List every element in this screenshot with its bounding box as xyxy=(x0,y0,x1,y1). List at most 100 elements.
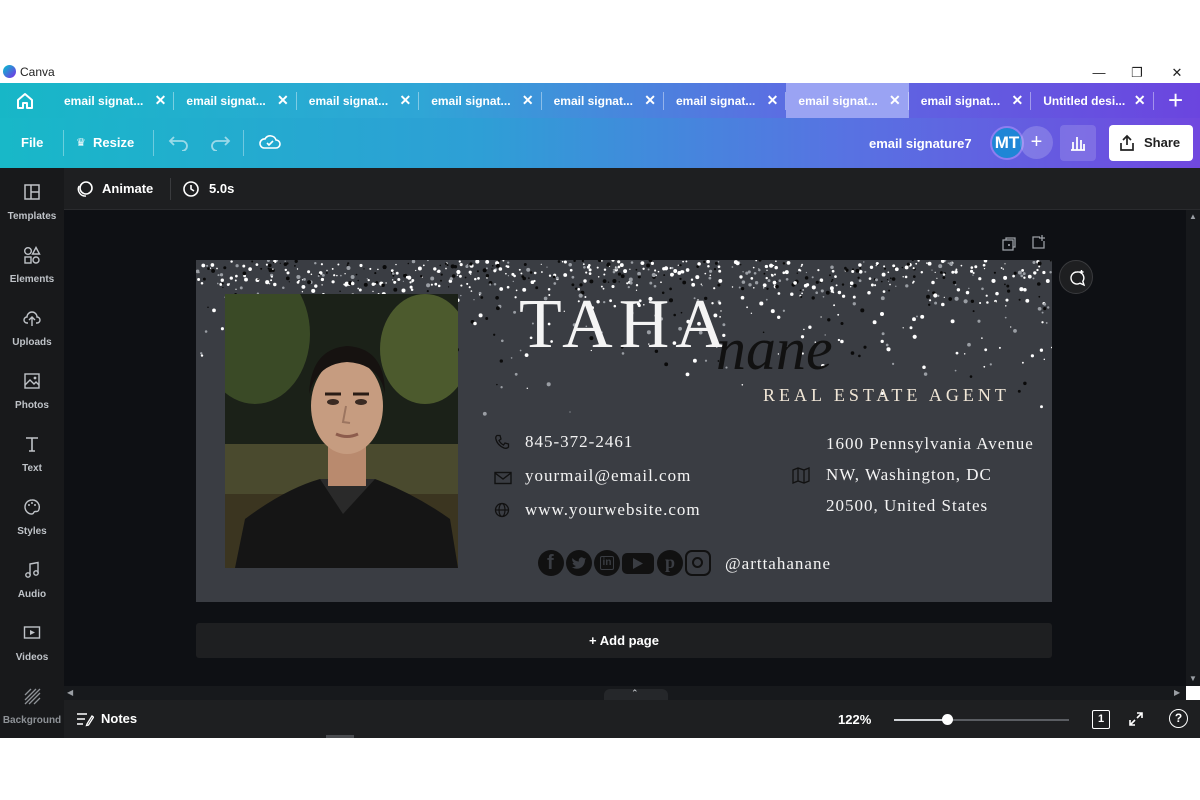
comment-button[interactable] xyxy=(1059,260,1093,294)
phone-number[interactable]: 845-372-2461 xyxy=(525,432,633,452)
role-title[interactable]: REAL ESTATE AGENT xyxy=(763,385,1010,406)
glitter-speck xyxy=(863,345,867,349)
vertical-scrollbar[interactable]: ▲ ▼ xyxy=(1186,210,1200,686)
glitter-speck xyxy=(767,279,771,283)
tab-close-icon[interactable]: ✕ xyxy=(889,92,901,109)
sidebar-item-templates[interactable]: Templates xyxy=(0,175,64,235)
duration-button[interactable]: 5.0s xyxy=(182,178,252,200)
sidebar-item-uploads[interactable]: Uploads xyxy=(0,301,64,361)
home-button[interactable] xyxy=(0,83,52,118)
tab-document[interactable]: email signat... ✕ xyxy=(52,83,175,118)
tab-close-icon[interactable]: ✕ xyxy=(277,92,289,109)
glitter-speck xyxy=(713,267,717,271)
facebook-icon[interactable]: f xyxy=(538,550,564,576)
tab-close-icon[interactable]: ✕ xyxy=(1011,92,1023,109)
tab-close-icon[interactable]: ✕ xyxy=(767,92,779,109)
add-page-button[interactable]: + Add page xyxy=(196,623,1052,658)
help-button[interactable]: ? xyxy=(1169,709,1188,728)
email-address[interactable]: yourmail@email.com xyxy=(525,466,691,486)
social-handle[interactable]: @arttahanane xyxy=(725,554,831,574)
scroll-left-arrow-icon[interactable]: ◀ xyxy=(67,688,73,697)
glitter-speck xyxy=(344,273,346,275)
tab-document[interactable]: email signat... ✕ xyxy=(786,83,909,118)
glitter-speck xyxy=(679,277,682,281)
sidebar-item-styles[interactable]: Styles xyxy=(0,490,64,550)
glitter-speck xyxy=(642,267,645,270)
undo-icon[interactable] xyxy=(168,133,190,151)
zoom-percent[interactable]: 122% xyxy=(838,712,871,727)
horizontal-scrollbar[interactable]: ◀ ▶ ⌃ xyxy=(64,686,1186,700)
tab-document[interactable]: Untitled desi... ✕ xyxy=(1031,83,1154,118)
scroll-up-arrow-icon[interactable]: ▲ xyxy=(1189,212,1197,221)
address-line-2[interactable]: NW, Washington, DC xyxy=(826,465,992,485)
profile-photo[interactable] xyxy=(225,294,458,568)
tab-close-icon[interactable]: ✕ xyxy=(644,92,656,109)
tab-document[interactable]: email signat... ✕ xyxy=(542,83,664,118)
share-button[interactable]: Share xyxy=(1109,125,1193,161)
zoom-slider-thumb[interactable] xyxy=(941,714,953,725)
add-collaborator-button[interactable]: + xyxy=(1020,126,1053,159)
redo-icon[interactable] xyxy=(209,133,231,151)
script-last-name[interactable]: nane xyxy=(716,315,833,384)
glitter-speck xyxy=(960,264,963,267)
fullscreen-icon[interactable] xyxy=(1128,711,1144,727)
glitter-speck xyxy=(284,268,287,272)
youtube-icon[interactable] xyxy=(622,553,654,574)
email-signature-design[interactable]: TAHA nane REAL ESTATE AGENT 845-372-2461… xyxy=(196,260,1052,602)
address-line-3[interactable]: 20500, United States xyxy=(826,496,988,516)
add-page-icon[interactable] xyxy=(1031,234,1047,250)
tab-close-icon[interactable]: ✕ xyxy=(155,92,167,109)
glitter-speck xyxy=(989,363,992,366)
linkedin-icon[interactable]: in xyxy=(594,550,620,576)
duplicate-page-icon[interactable] xyxy=(1001,236,1017,252)
sidebar-item-audio[interactable]: Audio xyxy=(0,553,64,613)
notes-button[interactable]: Notes xyxy=(76,710,146,730)
sidebar-item-label: Elements xyxy=(9,274,55,285)
sidebar-item-background[interactable]: Background xyxy=(0,679,64,739)
pinterest-icon[interactable]: p xyxy=(657,550,683,576)
tab-document[interactable]: email signat... ✕ xyxy=(664,83,787,118)
new-tab-button[interactable]: + xyxy=(1155,83,1200,118)
file-menu-button[interactable]: File xyxy=(21,135,43,150)
insights-button[interactable] xyxy=(1060,125,1096,161)
zoom-slider[interactable] xyxy=(894,714,1069,725)
glitter-speck xyxy=(460,294,462,297)
tab-close-icon[interactable]: ✕ xyxy=(1134,92,1146,109)
close-window-button[interactable]: ✕ xyxy=(1162,62,1192,83)
glitter-speck xyxy=(507,261,510,264)
sidebar-item-photos[interactable]: Photos xyxy=(0,364,64,424)
expand-pages-handle[interactable]: ⌃ xyxy=(604,688,668,700)
user-avatar[interactable]: MT xyxy=(990,126,1024,160)
first-name-heading[interactable]: TAHA xyxy=(519,285,732,365)
glitter-speck xyxy=(657,270,660,273)
tab-close-icon[interactable]: ✕ xyxy=(522,92,534,109)
tab-document[interactable]: email signat... ✕ xyxy=(297,83,420,118)
tab-document[interactable]: email signat... ✕ xyxy=(909,83,1032,118)
tab-document[interactable]: email signat... ✕ xyxy=(419,83,542,118)
tab-document[interactable]: email signat... ✕ xyxy=(174,83,297,118)
scroll-down-arrow-icon[interactable]: ▼ xyxy=(1189,674,1197,683)
sidebar-item-text[interactable]: Text xyxy=(0,427,64,487)
instagram-icon[interactable] xyxy=(685,550,711,576)
minimize-button[interactable]: — xyxy=(1084,62,1114,83)
sidebar-item-videos[interactable]: Videos xyxy=(0,616,64,676)
twitter-icon[interactable] xyxy=(566,550,592,576)
animate-button[interactable]: Animate xyxy=(74,178,164,200)
sidebar-item-elements[interactable]: Elements xyxy=(0,238,64,298)
glitter-speck xyxy=(774,265,778,270)
tab-label: email signat... xyxy=(431,94,511,108)
tab-close-icon[interactable]: ✕ xyxy=(399,92,411,109)
glitter-speck xyxy=(468,270,472,274)
glitter-speck xyxy=(637,275,641,279)
website-url[interactable]: www.yourwebsite.com xyxy=(525,500,701,520)
document-title[interactable]: email signature7 xyxy=(869,136,972,151)
glitter-speck xyxy=(820,289,824,293)
glitter-speck xyxy=(753,287,755,289)
cloud-saved-icon[interactable] xyxy=(258,131,282,153)
glitter-speck xyxy=(395,271,399,275)
address-line-1[interactable]: 1600 Pennsylvania Avenue xyxy=(826,434,1034,454)
page-count-button[interactable]: 1 xyxy=(1092,710,1110,729)
glitter-speck xyxy=(923,372,928,376)
restore-button[interactable]: ❐ xyxy=(1122,62,1152,83)
scroll-right-arrow-icon[interactable]: ▶ xyxy=(1174,688,1180,697)
